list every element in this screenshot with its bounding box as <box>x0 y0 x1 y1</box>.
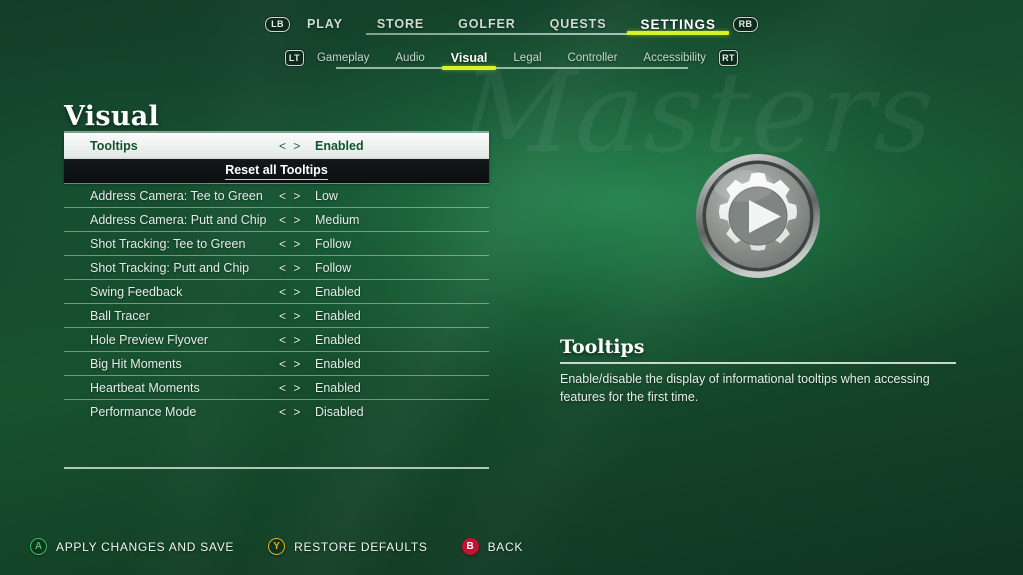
settings-row-value: Medium <box>315 212 360 227</box>
settings-row-value: Enabled <box>315 308 361 323</box>
info-panel-rule <box>560 362 956 364</box>
tab-legal[interactable]: Legal <box>500 52 554 64</box>
settings-row-value: Enabled <box>315 356 361 371</box>
nav-item-quests[interactable]: QUESTS <box>533 17 624 31</box>
settings-row-value: Disabled <box>315 404 364 419</box>
primary-nav-rule <box>366 33 650 35</box>
settings-row-value: Follow <box>315 236 352 251</box>
settings-row-value: Low <box>315 188 338 203</box>
settings-row-label: Shot Tracking: Putt and Chip <box>90 260 250 275</box>
info-panel-description: Enable/disable the display of informatio… <box>560 372 930 404</box>
settings-row-label: Address Camera: Tee to Green <box>90 188 263 203</box>
settings-row-label: Tooltips <box>90 139 138 153</box>
settings-row-stepper-arrows-icon[interactable]: < > <box>279 333 315 347</box>
primary-nav-items: PLAY STORE GOLFER QUESTS SETTINGS <box>290 17 733 32</box>
nav-item-settings[interactable]: SETTINGS <box>623 17 733 32</box>
settings-list: Tooltips < > Enabled Reset all Tooltips Addr… <box>64 133 489 423</box>
settings-row-label: Swing Feedback <box>90 284 183 299</box>
gear-play-medallion-icon <box>694 152 822 280</box>
settings-row-stepper-arrows-icon[interactable]: < > <box>279 237 315 251</box>
secondary-nav-rule <box>336 67 688 69</box>
settings-row[interactable]: Performance Mode < > Disabled <box>64 399 489 423</box>
settings-row-stepper-arrows-icon[interactable]: < > <box>279 189 315 203</box>
settings-row-stepper-arrows-icon[interactable]: < > <box>279 405 315 419</box>
left-bumper-icon: LB <box>265 16 291 32</box>
right-trigger-icon: RT <box>719 50 739 66</box>
settings-row[interactable]: Heartbeat Moments < > Enabled <box>64 375 489 399</box>
settings-row-value: Enabled <box>315 284 361 299</box>
settings-row[interactable]: Tooltips < > Enabled <box>64 133 489 159</box>
settings-row[interactable]: Address Camera: Tee to Green < > Low <box>64 183 489 207</box>
button-y-icon: Y <box>268 538 286 555</box>
settings-row[interactable]: Hole Preview Flyover < > Enabled <box>64 327 489 351</box>
settings-row[interactable]: Ball Tracer < > Enabled <box>64 303 489 327</box>
settings-row-label: Shot Tracking: Tee to Green <box>90 236 246 251</box>
settings-row[interactable]: Shot Tracking: Tee to Green < > Follow <box>64 231 489 255</box>
tab-accessibility[interactable]: Accessibility <box>630 52 719 64</box>
settings-row-label: Ball Tracer <box>90 308 150 323</box>
settings-list-bottom-rule <box>64 467 489 469</box>
button-b-icon: B <box>461 538 479 555</box>
tab-visual[interactable]: Visual <box>438 51 501 65</box>
settings-row-stepper-arrows-icon[interactable]: < > <box>279 139 315 153</box>
settings-row-label: Address Camera: Putt and Chip <box>90 212 267 227</box>
settings-row-label: Heartbeat Moments <box>90 380 200 395</box>
settings-row[interactable]: Address Camera: Putt and Chip < > Medium <box>64 207 489 231</box>
primary-nav-active-indicator <box>627 31 729 35</box>
settings-row-value: Enabled <box>315 380 361 395</box>
settings-row-label: Performance Mode <box>90 404 197 419</box>
footer-action-label: RESTORE DEFAULTS <box>294 539 428 554</box>
settings-row-value: Follow <box>315 260 352 275</box>
footer-action-a[interactable]: A APPLY CHANGES AND SAVE <box>30 538 234 555</box>
settings-row-value: Enabled <box>315 332 361 347</box>
settings-row-stepper-arrows-icon[interactable]: < > <box>279 309 315 323</box>
settings-row[interactable]: Swing Feedback < > Enabled <box>64 279 489 303</box>
settings-row-value: Enabled <box>315 139 364 153</box>
settings-row-stepper-arrows-icon[interactable]: < > <box>279 285 315 299</box>
nav-item-play[interactable]: PLAY <box>290 17 360 31</box>
right-bumper-icon: RB <box>732 16 758 32</box>
settings-action-label: Reset all Tooltips <box>225 163 328 180</box>
secondary-nav-active-indicator <box>441 65 497 70</box>
footer-action-label: APPLY CHANGES AND SAVE <box>56 539 235 554</box>
settings-action-row[interactable]: Reset all Tooltips <box>64 159 489 183</box>
settings-row[interactable]: Shot Tracking: Putt and Chip < > Follow <box>64 255 489 279</box>
tab-gameplay[interactable]: Gameplay <box>304 52 382 64</box>
left-trigger-icon: LT <box>284 50 304 66</box>
tab-controller[interactable]: Controller <box>555 52 631 64</box>
footer-action-y[interactable]: Y RESTORE DEFAULTS <box>268 538 427 555</box>
button-a-icon: A <box>30 538 47 555</box>
tab-audio[interactable]: Audio <box>382 52 437 64</box>
settings-row-label: Big Hit Moments <box>90 356 182 371</box>
page-title: Visual <box>64 101 160 132</box>
footer-action-bar: A APPLY CHANGES AND SAVE Y RESTORE DEFAULTS… <box>30 538 557 555</box>
nav-item-store[interactable]: STORE <box>360 17 441 31</box>
settings-row-stepper-arrows-icon[interactable]: < > <box>279 381 315 395</box>
settings-row-stepper-arrows-icon[interactable]: < > <box>279 261 315 275</box>
settings-row-stepper-arrows-icon[interactable]: < > <box>279 213 315 227</box>
footer-action-b[interactable]: B BACK <box>461 538 524 555</box>
nav-item-golfer[interactable]: GOLFER <box>441 17 532 31</box>
settings-row-label: Hole Preview Flyover <box>90 332 209 347</box>
info-panel-title: Tooltips <box>560 336 645 358</box>
footer-action-label: BACK <box>487 539 524 554</box>
settings-row-stepper-arrows-icon[interactable]: < > <box>279 357 315 371</box>
settings-row[interactable]: Big Hit Moments < > Enabled <box>64 351 489 375</box>
secondary-nav-items: Gameplay Audio Visual Legal Controller Access… <box>304 51 719 65</box>
